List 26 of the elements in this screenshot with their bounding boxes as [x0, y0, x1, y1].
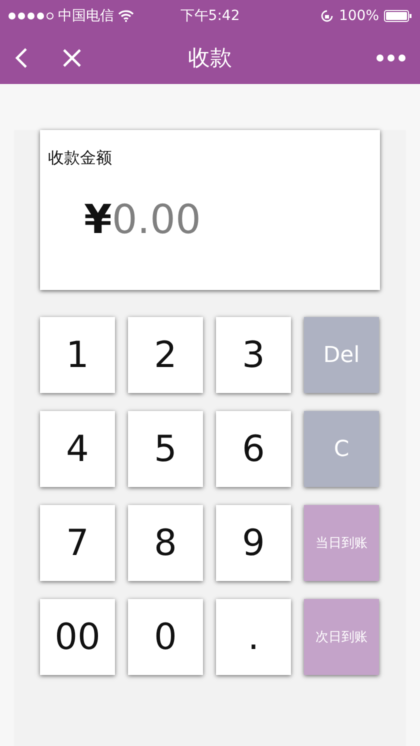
keypad-key[interactable]: 7 — [40, 505, 115, 581]
keypad-key[interactable]: 6 — [216, 411, 291, 487]
amount-value: 0.00 — [112, 197, 201, 243]
page-title: 收款 — [188, 45, 232, 73]
keypad-key[interactable]: 0 — [128, 599, 203, 675]
back-icon — [14, 47, 28, 69]
keypad-key[interactable]: 2 — [128, 317, 203, 393]
currency-symbol: ¥ — [84, 197, 112, 243]
signal-icon — [8, 12, 54, 20]
carrier: 中国电信 — [58, 7, 114, 25]
wifi-icon — [118, 10, 134, 22]
battery-percent: 100% — [338, 8, 380, 24]
keypad-key[interactable]: 5 — [128, 411, 203, 487]
keypad-key[interactable]: 3 — [216, 317, 291, 393]
clock: 下午5:42 — [180, 7, 240, 25]
keypad-key[interactable]: 00 — [40, 599, 115, 675]
battery-icon — [384, 10, 412, 22]
keypad-key[interactable]: 9 — [216, 505, 291, 581]
rotation-lock-icon — [320, 9, 334, 23]
keypad-key[interactable]: . — [216, 599, 291, 675]
keypad-key[interactable]: 1 — [40, 317, 115, 393]
amount-label: 收款金额 — [48, 148, 113, 169]
keypad-key[interactable]: 8 — [128, 505, 203, 581]
more-icon — [376, 54, 406, 62]
keypad-key[interactable]: 4 — [40, 411, 115, 487]
close-icon — [62, 48, 82, 68]
